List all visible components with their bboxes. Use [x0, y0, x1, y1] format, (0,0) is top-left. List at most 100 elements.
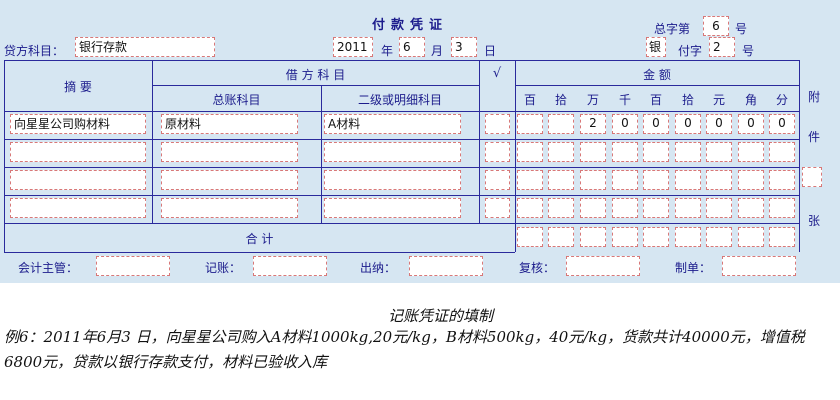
bank-char-field[interactable]: 银	[646, 37, 666, 57]
digit-field[interactable]: 2	[580, 114, 606, 134]
digit-field[interactable]	[517, 114, 543, 134]
digit-field[interactable]	[643, 170, 669, 190]
digit-field[interactable]: 0	[612, 114, 638, 134]
total-digit-field[interactable]	[769, 227, 795, 247]
summary-field[interactable]	[10, 142, 146, 162]
digit-header: 百	[523, 93, 536, 107]
digit-field[interactable]	[612, 170, 638, 190]
voucher-form: 付款凭证 总字第 6 号 贷方科目： 银行存款 2011 年 6 月 3 日 银…	[0, 0, 840, 283]
maker-label: 制单：	[675, 261, 712, 275]
digit-field[interactable]	[643, 198, 669, 218]
check-field[interactable]	[485, 114, 510, 134]
digit-field[interactable]	[738, 198, 764, 218]
check-field[interactable]	[485, 170, 510, 190]
day-label: 日	[484, 44, 497, 58]
digit-field[interactable]	[675, 198, 701, 218]
digit-field[interactable]	[738, 170, 764, 190]
hao-label-2: 号	[742, 44, 755, 58]
total-no-field[interactable]: 6	[703, 16, 729, 36]
digit-field[interactable]	[580, 142, 606, 162]
digit-field[interactable]: 0	[769, 114, 795, 134]
digit-field[interactable]	[580, 198, 606, 218]
general-account-header: 总账科目	[212, 93, 261, 107]
summary-field[interactable]	[10, 198, 146, 218]
digit-field[interactable]	[612, 198, 638, 218]
digit-field[interactable]	[580, 170, 606, 190]
voucher-title: 付款凭证	[372, 18, 449, 33]
digit-field[interactable]	[675, 170, 701, 190]
sub-account-field[interactable]	[324, 198, 461, 218]
attachment-count-field[interactable]	[802, 167, 822, 187]
supervisor-field[interactable]	[96, 256, 170, 276]
digit-header: 分	[775, 93, 788, 107]
total-digit-field[interactable]	[706, 227, 732, 247]
attach-label-2: 件	[808, 130, 821, 144]
digit-field[interactable]: 0	[706, 114, 732, 134]
digit-field[interactable]	[769, 170, 795, 190]
supervisor-label: 会计主管：	[18, 261, 79, 275]
total-label: 合 计	[245, 232, 274, 246]
digit-field[interactable]	[643, 142, 669, 162]
digit-field[interactable]	[548, 170, 574, 190]
digit-field[interactable]	[706, 170, 732, 190]
digit-field[interactable]	[612, 142, 638, 162]
credit-account-field[interactable]: 银行存款	[75, 37, 215, 57]
total-digit-field[interactable]	[580, 227, 606, 247]
credit-account-label: 贷方科目：	[4, 44, 65, 58]
sub-account-field[interactable]	[324, 170, 461, 190]
digit-field[interactable]	[706, 198, 732, 218]
total-no-label: 总字第	[654, 22, 691, 36]
summary-header: 摘 要	[64, 80, 92, 94]
digit-field[interactable]	[548, 198, 574, 218]
caption-text: 例6：2011年6月3 日，向星星公司购入A材料1000kg,20元/kg，B材…	[4, 328, 805, 371]
digit-field[interactable]: 0	[675, 114, 701, 134]
digit-field[interactable]: 0	[738, 114, 764, 134]
check-field[interactable]	[485, 198, 510, 218]
digit-field[interactable]: 0	[643, 114, 669, 134]
digit-header: 拾	[554, 93, 567, 107]
total-digit-field[interactable]	[612, 227, 638, 247]
digit-field[interactable]	[769, 142, 795, 162]
sub-account-field[interactable]	[324, 142, 461, 162]
summary-field[interactable]: 向星星公司购材料	[10, 114, 146, 134]
total-digit-field[interactable]	[517, 227, 543, 247]
maker-field[interactable]	[722, 256, 796, 276]
digit-field[interactable]	[769, 198, 795, 218]
general-account-field[interactable]	[161, 170, 298, 190]
total-digit-field[interactable]	[548, 227, 574, 247]
general-account-field[interactable]: 原材料	[161, 114, 298, 134]
digit-field[interactable]	[517, 142, 543, 162]
cashier-label: 出纳：	[360, 261, 397, 275]
digit-field[interactable]	[738, 142, 764, 162]
sub-account-header: 二级或明细科目	[357, 93, 442, 107]
general-account-field[interactable]	[161, 198, 298, 218]
digit-header: 拾	[681, 93, 694, 107]
reviewer-label: 复核：	[519, 261, 556, 275]
digit-field[interactable]	[517, 198, 543, 218]
day-field[interactable]: 3	[451, 37, 477, 57]
year-field[interactable]: 2011	[333, 37, 373, 57]
caption-title: 记账凭证的填制	[388, 307, 494, 325]
fu-no-field[interactable]: 2	[709, 37, 735, 57]
total-digit-field[interactable]	[675, 227, 701, 247]
attach-label-1: 附	[808, 90, 821, 104]
sub-account-field[interactable]: A材料	[324, 114, 461, 134]
debit-account-header: 借 方 科 目	[285, 68, 346, 82]
reviewer-field[interactable]	[566, 256, 640, 276]
digit-field[interactable]	[517, 170, 543, 190]
digit-field[interactable]	[675, 142, 701, 162]
check-field[interactable]	[485, 142, 510, 162]
cashier-field[interactable]	[409, 256, 483, 276]
bookkeeper-field[interactable]	[253, 256, 327, 276]
digit-field[interactable]	[548, 114, 574, 134]
attach-label-3: 张	[808, 214, 821, 228]
digit-field[interactable]	[548, 142, 574, 162]
bookkeeper-label: 记账：	[205, 261, 242, 275]
fu-label: 付字	[678, 44, 703, 58]
total-digit-field[interactable]	[738, 227, 764, 247]
digit-field[interactable]	[706, 142, 732, 162]
summary-field[interactable]	[10, 170, 146, 190]
total-digit-field[interactable]	[643, 227, 669, 247]
month-field[interactable]: 6	[399, 37, 425, 57]
general-account-field[interactable]	[161, 142, 298, 162]
